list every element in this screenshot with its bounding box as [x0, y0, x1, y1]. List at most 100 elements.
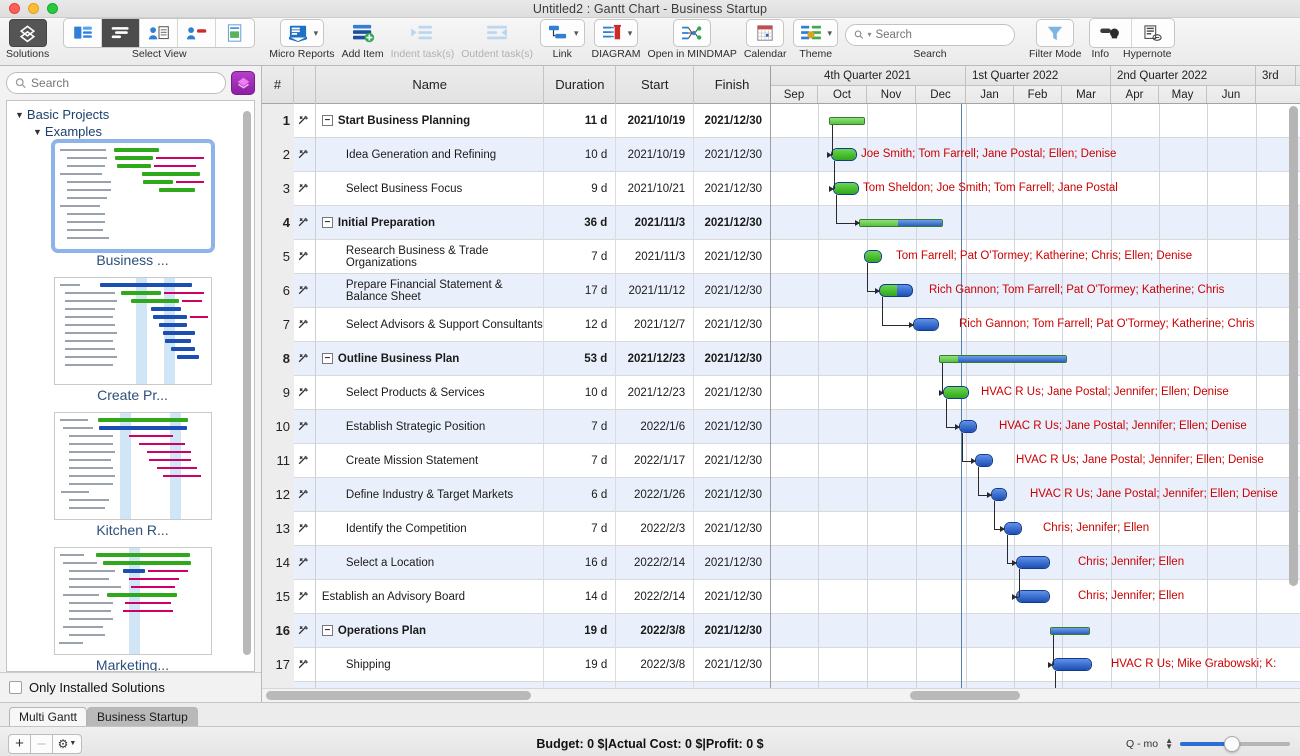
gantt-task-bar[interactable] [1004, 522, 1022, 535]
sidebar-search-input[interactable] [31, 76, 217, 90]
table-row[interactable]: 17 Shipping 19 d 2022/3/8 2021/12/30 [262, 647, 770, 682]
task-name-cell[interactable]: Select a Location [316, 545, 545, 580]
disclosure-triangle-down-icon[interactable]: ▼ [33, 127, 42, 137]
row-indicator-icon[interactable] [294, 409, 316, 444]
duration-cell[interactable]: 11 d [544, 103, 617, 138]
only-installed-solutions-checkbox[interactable] [9, 681, 22, 694]
solutions-button[interactable] [8, 19, 47, 47]
duration-cell[interactable]: 53 d [544, 341, 617, 376]
table-row[interactable]: 16− Operations Plan 19 d 2022/3/8 2021/12/30 [262, 613, 770, 648]
solution-thumbnail-item[interactable]: Business ... [11, 139, 254, 275]
sidebar-search-box[interactable] [6, 72, 226, 94]
row-indicator-icon[interactable] [294, 511, 316, 546]
task-name-cell[interactable]: − Outline Business Plan [316, 341, 545, 376]
duration-cell[interactable]: 36 d [544, 205, 617, 240]
start-date-cell[interactable]: 2021/10/19 [616, 137, 695, 172]
select-view-segmented-control[interactable] [63, 18, 256, 48]
table-row[interactable]: 5 Research Business & Trade Organizations… [262, 239, 770, 274]
disclosure-triangle-down-icon[interactable]: ▼ [15, 110, 24, 120]
table-row[interactable]: 3 Select Business Focus 9 d 2021/10/21 2021/… [262, 171, 770, 206]
task-name-cell[interactable]: Establish an Advisory Board [316, 579, 545, 614]
solution-thumbnail-preview[interactable] [50, 139, 215, 253]
finish-date-cell[interactable]: 2021/12/30 [694, 240, 770, 274]
table-row[interactable]: 11 Create Mission Statement 7 d 2022/1/17 20… [262, 443, 770, 478]
task-name-cell[interactable]: − Start Business Planning [316, 103, 545, 138]
diagram-chevron-down-icon[interactable]: ▾ [628, 28, 633, 39]
duration-cell[interactable]: 7 d [544, 409, 617, 444]
gantt-row[interactable] [771, 512, 1300, 546]
gantt-task-bar[interactable] [1016, 556, 1050, 569]
gantt-summary-bar[interactable] [859, 219, 943, 227]
gantt-task-bar[interactable] [975, 454, 993, 467]
gantt-summary-bar[interactable] [1050, 627, 1090, 635]
row-indicator-icon[interactable] [294, 171, 316, 206]
table-row[interactable]: 8− Outline Business Plan 53 d 2021/12/23 202… [262, 341, 770, 376]
row-indicator-icon[interactable] [294, 443, 316, 478]
table-row[interactable]: 4− Initial Preparation 36 d 2021/11/3 2021/1… [262, 205, 770, 240]
start-date-cell[interactable]: 2022/1/17 [616, 443, 695, 478]
table-row[interactable]: 13 Identify the Competition 7 d 2022/2/3 202… [262, 511, 770, 546]
gantt-task-bar[interactable] [864, 250, 882, 263]
task-name-cell[interactable]: Create Mission Statement [316, 443, 545, 478]
row-indicator-icon[interactable] [294, 103, 316, 138]
table-row[interactable]: 2 Idea Generation and Refining 10 d 2021/10… [262, 137, 770, 172]
row-indicator-icon[interactable] [294, 137, 316, 172]
task-name-cell[interactable]: Select Advisors & Support Consultants [316, 307, 545, 342]
finish-date-cell[interactable]: 2021/12/30 [694, 172, 770, 206]
duration-cell[interactable]: 19 d [544, 613, 617, 648]
filter-mode-button[interactable] [1036, 19, 1075, 47]
finish-date-cell[interactable]: 2021/12/30 [694, 376, 770, 410]
table-row[interactable]: 6 Prepare Financial Statement & Balance S… [262, 273, 770, 308]
remove-sheet-button[interactable]: – [30, 733, 52, 754]
column-header-number[interactable]: # [262, 66, 294, 104]
finish-date-cell[interactable]: 2021/12/30 [694, 342, 770, 376]
view-resource-sheet-button[interactable] [140, 19, 179, 47]
duration-cell[interactable]: 10 d [544, 137, 617, 172]
row-indicator-icon[interactable] [294, 545, 316, 580]
row-indicator-icon[interactable] [294, 341, 316, 376]
horizontal-scrollbar-track[interactable] [262, 688, 1300, 702]
finish-date-cell[interactable]: 2021/12/30 [694, 444, 770, 478]
add-item-button[interactable] [344, 19, 382, 47]
gantt-task-bar[interactable] [991, 488, 1007, 501]
search-scope-chevron-icon[interactable]: ▾ [867, 30, 871, 39]
tree-node-examples[interactable]: ▼ Examples [11, 124, 254, 139]
duration-cell[interactable]: 6 d [544, 477, 617, 512]
finish-date-cell[interactable]: 2021/12/30 [694, 206, 770, 240]
start-date-cell[interactable]: 2022/1/26 [616, 477, 695, 512]
duration-cell[interactable]: 17 d [544, 273, 617, 308]
gantt-task-bar[interactable] [1016, 590, 1050, 603]
task-name-cell[interactable]: Shipping [316, 647, 545, 682]
row-indicator-icon[interactable] [294, 375, 316, 410]
start-date-cell[interactable]: 2021/11/12 [616, 273, 695, 308]
zoom-slider[interactable] [1180, 735, 1290, 752]
micro-reports-chevron-down-icon[interactable]: ▾ [314, 28, 319, 39]
view-gantt-button[interactable] [102, 19, 141, 47]
add-sheet-button[interactable]: + [8, 733, 30, 754]
task-name-cell[interactable]: − Initial Preparation [316, 205, 545, 240]
duration-cell[interactable]: 14 d [544, 579, 617, 614]
duration-cell[interactable]: 9 d [544, 171, 617, 206]
gantt-task-bar[interactable] [879, 284, 913, 297]
gantt-summary-bar[interactable] [939, 355, 1067, 363]
theme-button[interactable]: ▾ [793, 19, 838, 47]
start-date-cell[interactable]: 2021/12/23 [616, 341, 695, 376]
view-resource-usage-button[interactable] [178, 19, 217, 47]
zoom-stepper[interactable]: ▲ ▼ [1165, 736, 1173, 750]
row-indicator-icon[interactable] [294, 307, 316, 342]
table-row[interactable]: 12 Define Industry & Target Markets 6 d 202… [262, 477, 770, 512]
row-indicator-icon[interactable] [294, 205, 316, 240]
tree-node-basic-projects[interactable]: ▼ Basic Projects [11, 107, 254, 122]
close-window-button[interactable] [9, 3, 20, 14]
task-name-cell[interactable]: Identify the Competition [316, 511, 545, 546]
column-header-start[interactable]: Start [616, 66, 695, 104]
toolbar-search-input[interactable] [875, 28, 1006, 41]
task-name-cell[interactable]: Select Business Focus [316, 171, 545, 206]
row-indicator-icon[interactable] [294, 579, 316, 614]
start-date-cell[interactable]: 2021/10/21 [616, 171, 695, 206]
table-row[interactable]: 9 Select Products & Services 10 d 2021/12/2… [262, 375, 770, 410]
start-date-cell[interactable]: 2022/1/6 [616, 409, 695, 444]
gantt-task-bar[interactable] [1052, 658, 1092, 671]
gantt-chart-body[interactable]: Joe Smith; Tom Farrell; Jane Postal; Ell… [771, 104, 1300, 688]
table-row[interactable]: 10 Establish Strategic Position 7 d 2022/1/… [262, 409, 770, 444]
